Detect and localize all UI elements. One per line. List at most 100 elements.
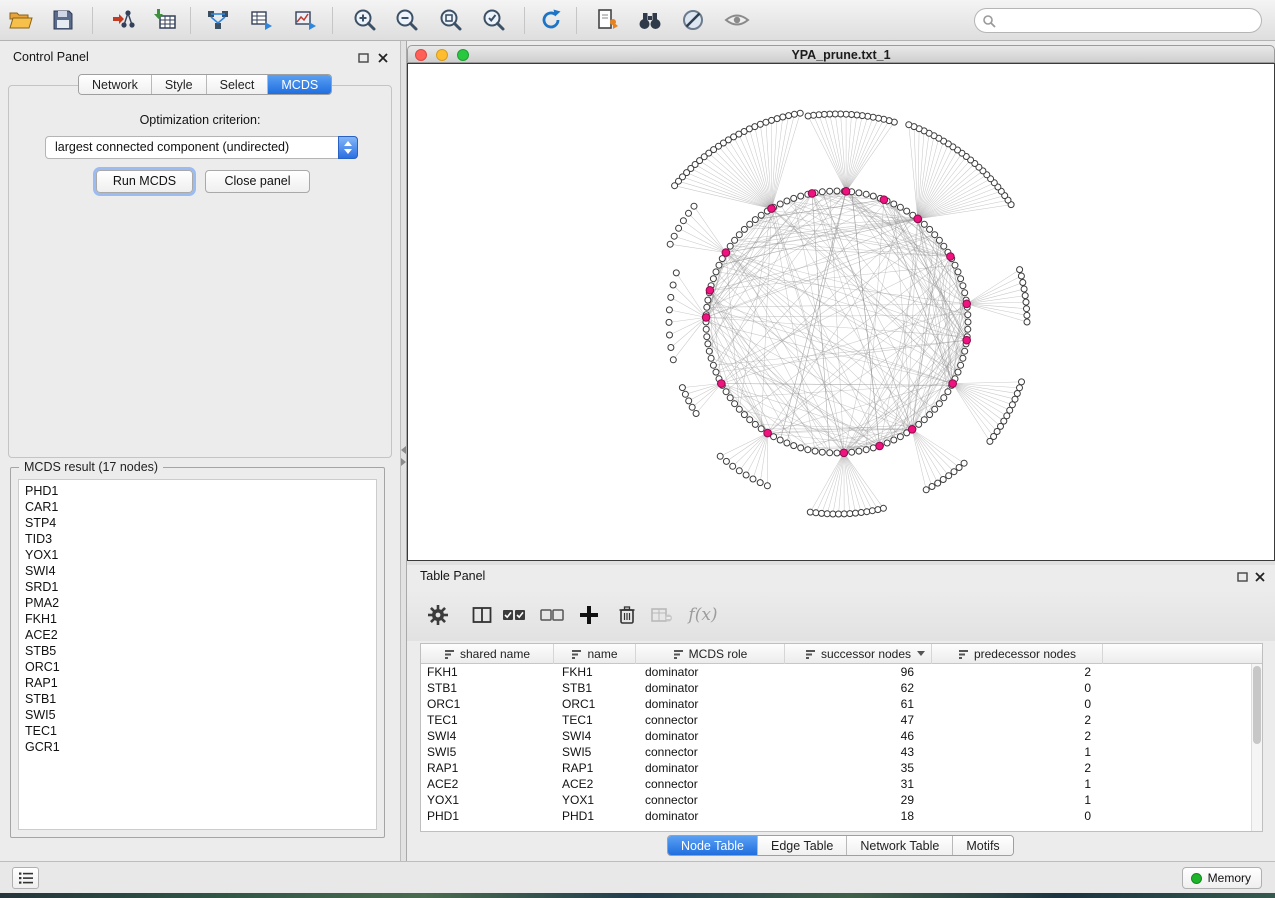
tab-motifs[interactable]: Motifs	[952, 836, 1012, 855]
collapse-right-icon[interactable]	[401, 458, 406, 466]
mcds-result-item[interactable]: PMA2	[19, 595, 376, 611]
float-table-panel-icon[interactable]	[1235, 570, 1249, 583]
search-input[interactable]	[1001, 14, 1251, 28]
column-header-shared-name[interactable]: shared name	[421, 644, 554, 664]
save-session-button[interactable]	[45, 2, 81, 38]
open-file-button[interactable]	[3, 2, 39, 38]
close-panel-icon[interactable]	[376, 51, 390, 64]
add-column-button[interactable]	[571, 597, 607, 633]
import-network-button[interactable]	[105, 2, 141, 38]
tab-node-table[interactable]: Node Table	[668, 836, 757, 855]
table-cell-shared_name: YOX1	[421, 792, 554, 808]
collapse-left-icon[interactable]	[401, 446, 406, 454]
table-scrollbar[interactable]	[1251, 664, 1262, 831]
table-row[interactable]: SWI5SWI5connector431	[421, 744, 1251, 760]
table-cell-successors: 35	[785, 760, 932, 776]
new-table-button[interactable]	[244, 2, 280, 38]
mcds-result-item[interactable]: TID3	[19, 531, 376, 547]
table-cell-role: dominator	[636, 680, 785, 696]
mcds-tab-pane: Optimization criterion: largest connecte…	[8, 85, 392, 458]
mcds-result-item[interactable]: ACE2	[19, 627, 376, 643]
new-network-button[interactable]	[200, 2, 236, 38]
import-table-button[interactable]	[148, 2, 184, 38]
task-history-button[interactable]	[12, 867, 39, 889]
table-cell-predecessors: 2	[932, 664, 1103, 680]
mcds-result-group: MCDS result (17 nodes) PHD1CAR1STP4TID3Y…	[10, 467, 385, 838]
toolbar-separator	[576, 7, 577, 34]
mcds-result-item[interactable]: CAR1	[19, 499, 376, 515]
table-cell-successors: 47	[785, 712, 932, 728]
table-row[interactable]: PHD1PHD1dominator180	[421, 808, 1251, 824]
hide-details-button[interactable]	[675, 2, 711, 38]
table-row[interactable]: TEC1TEC1connector472	[421, 712, 1251, 728]
network-window-titlebar[interactable]: YPA_prune.txt_1	[407, 45, 1275, 63]
mcds-result-item[interactable]: PHD1	[19, 483, 376, 499]
criterion-dropdown[interactable]: largest connected component (undirected)	[45, 136, 358, 159]
column-header-name[interactable]: name	[554, 644, 636, 664]
deselect-all-button[interactable]	[534, 597, 570, 633]
chevron-down-icon[interactable]	[917, 651, 925, 656]
mcds-result-item[interactable]: STB5	[19, 643, 376, 659]
table-cell-successors: 43	[785, 744, 932, 760]
share-document-button[interactable]	[589, 2, 625, 38]
table-cell-shared_name: STB1	[421, 680, 554, 696]
export-image-button[interactable]	[288, 2, 324, 38]
mcds-result-item[interactable]: STB1	[19, 691, 376, 707]
search-icon	[982, 14, 996, 28]
tab-style[interactable]: Style	[151, 75, 206, 94]
search-network-button[interactable]	[632, 2, 668, 38]
table-cell-successors: 61	[785, 696, 932, 712]
refresh-button[interactable]	[533, 2, 569, 38]
mcds-result-item[interactable]: GCR1	[19, 739, 376, 755]
float-panel-icon[interactable]	[356, 51, 370, 64]
table-cell-successors: 62	[785, 680, 932, 696]
column-header-successor-nodes[interactable]: successor nodes	[785, 644, 932, 664]
select-all-button[interactable]	[496, 597, 532, 633]
tab-network[interactable]: Network	[79, 75, 151, 94]
mcds-result-item[interactable]: STP4	[19, 515, 376, 531]
close-panel-button[interactable]: Close panel	[205, 170, 310, 193]
search-field[interactable]	[974, 8, 1262, 33]
column-sort-icon	[571, 649, 582, 660]
table-row[interactable]: ORC1ORC1dominator610	[421, 696, 1251, 712]
mcds-result-item[interactable]: TEC1	[19, 723, 376, 739]
fx-icon: f(x)	[688, 605, 717, 625]
network-canvas[interactable]	[407, 63, 1275, 561]
mcds-result-item[interactable]: SWI5	[19, 707, 376, 723]
table-row[interactable]: RAP1RAP1dominator352	[421, 760, 1251, 776]
tab-select[interactable]: Select	[206, 75, 268, 94]
table-row[interactable]: STB1STB1dominator620	[421, 680, 1251, 696]
table-row[interactable]: FKH1FKH1dominator962	[421, 664, 1251, 680]
run-mcds-button[interactable]: Run MCDS	[96, 170, 193, 193]
tab-network-table[interactable]: Network Table	[846, 836, 952, 855]
mcds-result-item[interactable]: FKH1	[19, 611, 376, 627]
mcds-result-item[interactable]: ORC1	[19, 659, 376, 675]
close-table-panel-icon[interactable]	[1253, 570, 1267, 583]
scrollbar-thumb[interactable]	[1253, 666, 1261, 744]
column-header-predecessor-nodes[interactable]: predecessor nodes	[932, 644, 1103, 664]
memory-button[interactable]: Memory	[1182, 867, 1262, 889]
delete-column-button[interactable]	[609, 597, 645, 633]
zoom-selected-button[interactable]	[476, 2, 512, 38]
column-sort-icon	[958, 649, 969, 660]
table-settings-button[interactable]	[420, 597, 456, 633]
column-header-mcds-role[interactable]: MCDS role	[636, 644, 785, 664]
table-row[interactable]: SWI4SWI4dominator462	[421, 728, 1251, 744]
table-cell-role: connector	[636, 776, 785, 792]
zoom-in-button[interactable]	[347, 2, 383, 38]
table-row[interactable]: ACE2ACE2connector311	[421, 776, 1251, 792]
show-columns-button[interactable]	[464, 597, 500, 633]
mcds-result-item[interactable]: SWI4	[19, 563, 376, 579]
tab-mcds[interactable]: MCDS	[267, 75, 331, 94]
mcds-result-title: MCDS result (17 nodes)	[19, 460, 163, 474]
show-view-button[interactable]	[719, 2, 755, 38]
mcds-result-item[interactable]: SRD1	[19, 579, 376, 595]
tab-edge-table[interactable]: Edge Table	[757, 836, 846, 855]
vertical-splitter[interactable]	[400, 41, 407, 861]
zoom-out-button[interactable]	[389, 2, 425, 38]
mcds-result-item[interactable]: RAP1	[19, 675, 376, 691]
table-row[interactable]: YOX1YOX1connector291	[421, 792, 1251, 808]
zoom-fit-button[interactable]	[433, 2, 469, 38]
dropdown-stepper-icon[interactable]	[338, 136, 358, 159]
mcds-result-item[interactable]: YOX1	[19, 547, 376, 563]
